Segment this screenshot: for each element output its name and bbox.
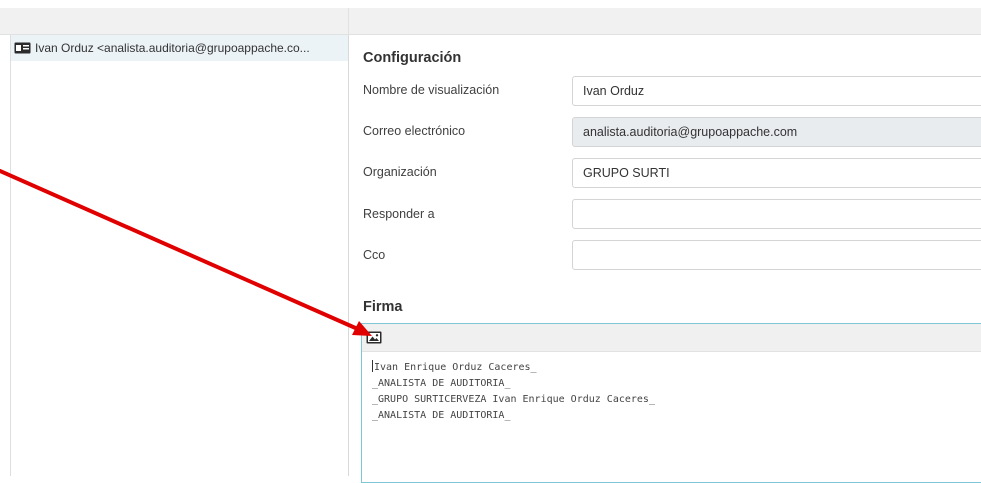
email-value: analista.auditoria@grupoappache.com — [583, 125, 798, 139]
header-divider — [348, 8, 349, 35]
reply-to-label: Responder a — [363, 207, 435, 221]
text-caret — [372, 360, 373, 372]
display-name-label: Nombre de visualización — [363, 83, 500, 97]
signature-section-title: Firma — [363, 299, 403, 315]
bcc-input[interactable] — [572, 240, 981, 270]
display-name-value: Ivan Orduz — [583, 84, 645, 98]
bcc-label: Cco — [363, 248, 386, 262]
email-field: analista.auditoria@grupoappache.com — [572, 117, 981, 147]
signature-line: _ANALISTA DE AUDITORIA_ — [372, 410, 511, 421]
signature-content[interactable]: Ivan Enrique Orduz Caceres_ _ANALISTA DE… — [372, 360, 655, 424]
identities-panel — [0, 35, 349, 476]
identity-label: Ivan Orduz <analista.auditoria@grupoappa… — [35, 41, 310, 55]
signature-line-text: Ivan Enrique Orduz Caceres_ — [374, 362, 537, 373]
organization-input[interactable]: GRUPO SURTI — [572, 158, 981, 188]
identity-list-item[interactable]: Ivan Orduz <analista.auditoria@grupoappa… — [11, 35, 348, 61]
signature-line: _GRUPO SURTICERVEZA Ivan Enrique Orduz C… — [372, 394, 655, 405]
settings-section-title: Configuración — [363, 50, 462, 66]
signature-editor[interactable]: Ivan Enrique Orduz Caceres_ _ANALISTA DE… — [361, 323, 981, 483]
insert-image-icon[interactable] — [366, 331, 382, 344]
top-header-bar — [0, 8, 981, 35]
identity-card-icon — [14, 42, 31, 54]
organization-value: GRUPO SURTI — [583, 166, 670, 180]
reply-to-input[interactable] — [572, 199, 981, 229]
signature-toolbar — [362, 324, 981, 352]
organization-label: Organización — [363, 165, 437, 179]
signature-line: Ivan Enrique Orduz Caceres_ — [372, 360, 655, 376]
display-name-input[interactable]: Ivan Orduz — [572, 76, 981, 106]
panel-edge — [0, 35, 11, 476]
email-label: Correo electrónico — [363, 124, 466, 138]
signature-line: _ANALISTA DE AUDITORIA_ — [372, 378, 511, 389]
